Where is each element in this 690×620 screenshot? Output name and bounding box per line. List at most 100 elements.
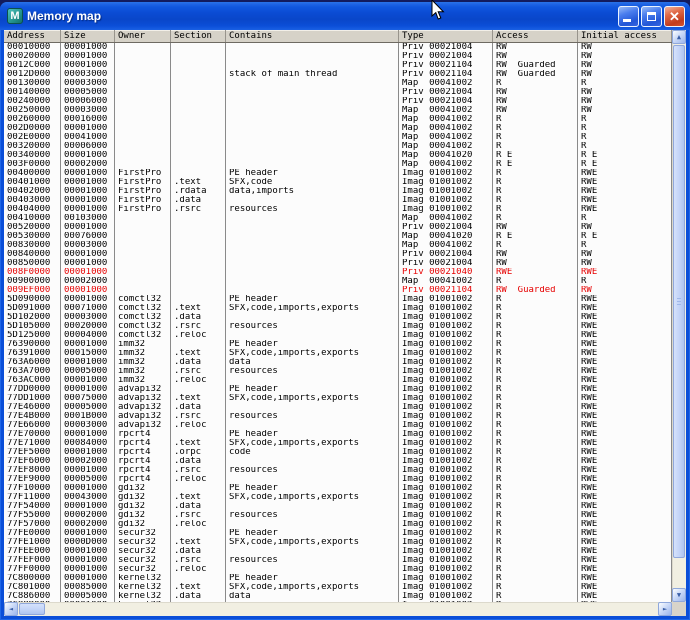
titlebar[interactable]: M Memory map ✕	[0, 2, 690, 30]
scroll-down-icon[interactable]: ▼	[672, 588, 686, 602]
table-row[interactable]: 77DD000000001000advapi32PE headerImag 01…	[4, 385, 672, 394]
table-row[interactable]: 5D10200000003000comctl32.dataImag 010010…	[4, 313, 672, 322]
table-row[interactable]: 0083000000003000Map 00041002RR	[4, 241, 672, 250]
table-row[interactable]: 77E4600000005000advapi32.dataImag 010010…	[4, 403, 672, 412]
table-row[interactable]: 0026000000016000Map 00041002RR	[4, 115, 672, 124]
table-row[interactable]: 763AC00000001000imm32.relocImag 01001002…	[4, 376, 672, 385]
cell-type: Priv 00021004	[399, 52, 493, 61]
table-row[interactable]: 77E6600000003000advapi32.relocImag 01001…	[4, 421, 672, 430]
table-row[interactable]: 0012D00000003000stack of main threadPriv…	[4, 70, 672, 79]
memory-map-icon[interactable]: M	[7, 8, 23, 24]
table-row[interactable]: 0040100000001000FirstPro.textSFX,codeIma…	[4, 178, 672, 187]
scroll-up-icon[interactable]: ▲	[672, 30, 686, 44]
table-row[interactable]: 5D12500000004000comctl32.relocImag 01001…	[4, 331, 672, 340]
table-row[interactable]: 7C80100000085000kernel32.textSFX,code,im…	[4, 583, 672, 592]
table-row[interactable]: 77F5400000001000gdi32.dataImag 01001002R…	[4, 502, 672, 511]
table-row[interactable]: 7C80000000001000kernel32PE headerImag 01…	[4, 574, 672, 583]
table-row[interactable]: 77FE000000001000secur32PE headerImag 010…	[4, 529, 672, 538]
scroll-right-icon[interactable]: ►	[658, 602, 672, 616]
column-header-access[interactable]: Access	[493, 30, 578, 42]
cell-type: Imag 01001002	[399, 466, 493, 475]
cell-contains	[226, 502, 399, 511]
column-header-type[interactable]: Type	[399, 30, 493, 42]
column-header-size[interactable]: Size	[61, 30, 115, 42]
cell-initial-access: RWE	[578, 547, 672, 556]
table-row[interactable]: 77E7100000084000rpcrt4.textSFX,code,impo…	[4, 439, 672, 448]
table-row[interactable]: 002D000000001000Map 00041002RR	[4, 124, 672, 133]
table-row[interactable]: 003F000000002000Map 00041002R ER E	[4, 160, 672, 169]
scroll-left-icon[interactable]: ◄	[4, 602, 18, 616]
table-row[interactable]: 0090000000002000Map 00041002RR	[4, 277, 672, 286]
cell-owner: advapi32	[115, 385, 171, 394]
table-row[interactable]: 0002000000001000Priv 00021004RWRW	[4, 52, 672, 61]
column-header-initial-access[interactable]: Initial access	[578, 30, 672, 42]
column-header-section[interactable]: Section	[171, 30, 226, 42]
table-row[interactable]: 0040200000001000FirstPro.rdatadata,impor…	[4, 187, 672, 196]
vertical-scrollbar[interactable]: ▲ ▼	[672, 30, 686, 602]
table-row[interactable]: 77FEE00000001000secur32.dataImag 0100100…	[4, 547, 672, 556]
cell-size: 00002000	[61, 277, 115, 286]
cell-section	[171, 529, 226, 538]
cell-size: 00003000	[61, 313, 115, 322]
table-row[interactable]: 0041000000103000Map 00041002RR	[4, 214, 672, 223]
window-title: Memory map	[27, 9, 616, 23]
table-row[interactable]: 77F5700000002000gdi32.relocImag 01001002…	[4, 520, 672, 529]
table-row[interactable]: 0084000000001000Priv 00021004RWRW	[4, 250, 672, 259]
table-row[interactable]: 0040400000001000FirstPro.rsrcresourcesIm…	[4, 205, 672, 214]
table-row[interactable]: 0024000000006000Priv 00021004RWRW	[4, 97, 672, 106]
table-row[interactable]: 0085000000001000Priv 00021004RWRW	[4, 259, 672, 268]
column-header-owner[interactable]: Owner	[115, 30, 171, 42]
table-row[interactable]: 0034000000001000Map 00041020R ER E	[4, 151, 672, 160]
table-row[interactable]: 77DD100000075000advapi32.textSFX,code,im…	[4, 394, 672, 403]
table-row[interactable]: 7C88600000005000kernel32.datadataImag 01…	[4, 592, 672, 601]
table-row[interactable]: 0032000000006000Map 00041002RR	[4, 142, 672, 151]
column-header-address[interactable]: Address	[4, 30, 61, 42]
vertical-scroll-thumb[interactable]	[673, 45, 685, 558]
cell-contains: PE header	[226, 484, 399, 493]
maximize-button[interactable]	[641, 6, 662, 27]
table-row[interactable]: 763A700000005000imm32.rsrcresourcesImag …	[4, 367, 672, 376]
table-row[interactable]: 77FE10000000D000secur32.textSFX,code,imp…	[4, 538, 672, 547]
table-row[interactable]: 0040300000001000FirstPro.dataImag 010010…	[4, 196, 672, 205]
cell-section	[171, 286, 226, 295]
table-row[interactable]: 77F5500000002000gdi32.rsrcresourcesImag …	[4, 511, 672, 520]
cell-size: 00001000	[61, 295, 115, 304]
minimize-button[interactable]	[618, 6, 639, 27]
table-row[interactable]: 77E7000000001000rpcrt4PE headerImag 0100…	[4, 430, 672, 439]
table-row[interactable]: 0053000000076000Map 00041020R ER E	[4, 232, 672, 241]
table-row[interactable]: 77F1000000001000gdi32PE headerImag 01001…	[4, 484, 672, 493]
cell-access: RW	[493, 250, 578, 259]
table-row[interactable]: 77EF500000001000rpcrt4.orpccodeImag 0100…	[4, 448, 672, 457]
table-row[interactable]: 5D09000000001000comctl32PE headerImag 01…	[4, 295, 672, 304]
horizontal-scroll-thumb[interactable]	[19, 603, 45, 615]
table-row[interactable]: 002E000000041000Map 00041002RR	[4, 133, 672, 142]
table-row[interactable]: 0052000000001000Priv 00021004RWRW	[4, 223, 672, 232]
table-row[interactable]: 7639000000001000imm32PE headerImag 01001…	[4, 340, 672, 349]
table-row[interactable]: 77EF600000002000rpcrt4.dataImag 01001002…	[4, 457, 672, 466]
table-row[interactable]: 008F000000001000Priv 00021040RWERWE	[4, 268, 672, 277]
table-row[interactable]: 0014000000005000Priv 00021004RWRW	[4, 88, 672, 97]
table-row[interactable]: 5D09100000071000comctl32.textSFX,code,im…	[4, 304, 672, 313]
close-button[interactable]: ✕	[664, 6, 685, 27]
cell-size: 00020000	[61, 322, 115, 331]
cell-owner	[115, 88, 171, 97]
table-row[interactable]: 0012C00000001000Priv 00021104RW GuardedR…	[4, 61, 672, 70]
table-row[interactable]: 0025000000003000Map 00041002RWRW	[4, 106, 672, 115]
cell-type: Imag 01001002	[399, 358, 493, 367]
table-row[interactable]: 77FF000000001000secur32.relocImag 010010…	[4, 565, 672, 574]
table-row[interactable]: 77FEF00000001000secur32.rsrcresourcesIma…	[4, 556, 672, 565]
table-row[interactable]: 5D10500000020000comctl32.rsrcresourcesIm…	[4, 322, 672, 331]
column-header-contains[interactable]: Contains	[226, 30, 399, 42]
table-row[interactable]: 77EF800000001000rpcrt4.rsrcresourcesImag…	[4, 466, 672, 475]
table-row[interactable]: 77E4B0000001B000advapi32.rsrcresourcesIm…	[4, 412, 672, 421]
table-row[interactable]: 7639100000015000imm32.textSFX,code,impor…	[4, 349, 672, 358]
table-row[interactable]: 763A600000001000imm32.datadataImag 01001…	[4, 358, 672, 367]
table-row[interactable]: 0001000000001000Priv 00021004RWRW	[4, 43, 672, 52]
table-row[interactable]: 009EF00000001000Priv 00021104RW GuardedR…	[4, 286, 672, 295]
table-row[interactable]: 0013000000003000Map 00041002RR	[4, 79, 672, 88]
horizontal-scrollbar[interactable]: ◄ ►	[4, 602, 672, 616]
table-row[interactable]: 77EF900000005000rpcrt4.relocImag 0100100…	[4, 475, 672, 484]
cell-section	[171, 43, 226, 52]
table-row[interactable]: 77F1100000043000gdi32.textSFX,code,impor…	[4, 493, 672, 502]
table-row[interactable]: 0040000000001000FirstProPE headerImag 01…	[4, 169, 672, 178]
